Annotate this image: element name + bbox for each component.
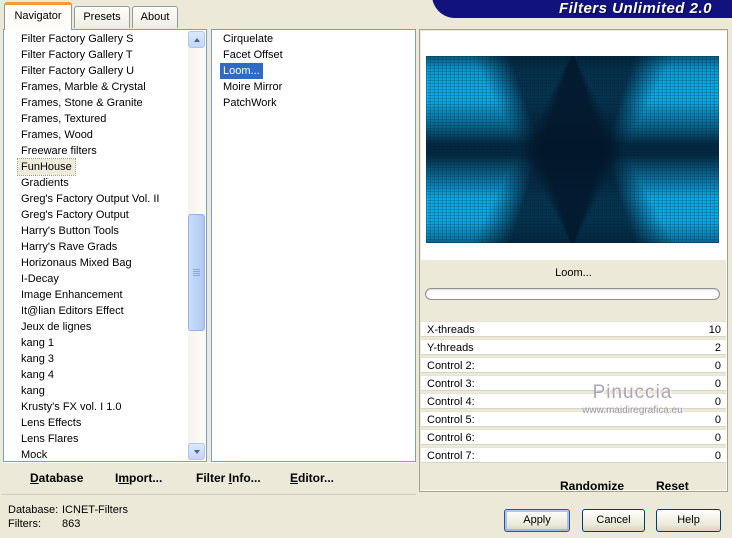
list-item[interactable]: Filter Factory Gallery T [18,47,136,63]
slider-value: 0 [714,360,721,372]
slider-row[interactable]: Control 7: 0 [421,447,726,463]
command-bar: Database Import... Filter Info... Editor… [2,462,416,495]
filter-settings-panel: Loom... X-threads 10 Y-threads 2 Control… [419,29,728,493]
slider-row[interactable]: Y-threads 2 [421,339,726,355]
list-item[interactable]: kang 4 [18,367,57,383]
list-item[interactable]: Frames, Marble & Crystal [18,79,149,95]
preview-image[interactable] [426,56,719,243]
access-key: m [118,471,130,485]
list-item[interactable]: FunHouse [17,158,76,176]
list-item[interactable]: I-Decay [18,271,62,287]
list-item[interactable]: Frames, Wood [18,127,96,143]
slider-row[interactable]: Control 3: 0 [421,375,726,391]
label-text: port... [129,471,163,485]
editor-button[interactable]: Editor... [290,463,334,494]
list-item[interactable]: Frames, Stone & Granite [18,95,146,111]
filters-count-value: 863 [62,518,81,530]
tab-about[interactable]: About [132,6,178,28]
list-item[interactable]: PatchWork [220,95,280,111]
list-item[interactable]: Greg's Factory Output Vol. II [18,191,162,207]
slider-value: 0 [714,450,721,462]
list-item[interactable]: Krusty's FX vol. I 1.0 [18,399,125,415]
list-item[interactable]: Cirquelate [220,31,276,47]
label-text: ditor... [298,471,335,485]
access-key: E [290,471,299,485]
apply-button[interactable]: Apply [504,509,570,532]
chevron-down-icon [193,449,200,454]
slider-label: Control 6: [427,432,475,444]
category-scrollbar[interactable] [188,30,206,461]
list-item[interactable]: Moire Mirror [220,79,285,95]
slider-row[interactable]: Control 4: 0 [421,393,726,409]
slider-row[interactable]: X-threads 10 [421,321,726,337]
progress-bar [425,288,720,300]
scroll-down-button[interactable] [188,443,205,460]
database-status-label: Database: [8,504,59,516]
slider-value: 0 [714,414,721,426]
slider-label: Control 4: [427,396,475,408]
list-item[interactable]: It@lian Editors Effect [18,303,127,319]
label-text: atabase [38,471,84,485]
slider-label: X-threads [427,324,475,336]
list-item[interactable]: Horizonaus Mixed Bag [18,255,135,271]
slider-list: X-threads 10 Y-threads 2 Control 2: 0 Co… [421,321,726,465]
scrollbar-track[interactable] [188,31,205,460]
slider-value: 0 [714,378,721,390]
chevron-up-icon [193,37,200,42]
slider-row[interactable]: Control 6: 0 [421,429,726,445]
list-item[interactable]: Filter Factory Gallery U [18,63,137,79]
list-item[interactable]: kang 1 [18,335,57,351]
label-text: Filter [196,471,229,485]
list-item[interactable]: Greg's Factory Output [18,207,132,223]
list-item[interactable]: Jeux de lignes [18,319,94,335]
slider-row[interactable]: Control 5: 0 [421,411,726,427]
category-listbox[interactable]: Filter Factory Gallery S Filter Factory G… [3,29,207,462]
reset-button[interactable]: Reset [656,471,689,502]
slider-label: Control 7: [427,450,475,462]
help-button[interactable]: Help [656,509,721,532]
import-button[interactable]: Import... [115,463,162,494]
slider-label: Y-threads [427,342,474,354]
access-key: D [30,471,39,485]
filter-info-button[interactable]: Filter Info... [196,463,261,494]
cancel-button[interactable]: Cancel [582,509,645,532]
thumb-grip-icon [193,269,200,276]
list-item[interactable]: Loom... [220,63,263,79]
tab-navigator[interactable]: Navigator [4,2,72,30]
slider-value: 0 [714,396,721,408]
list-item[interactable]: Facet Offset [220,47,286,63]
slider-row[interactable]: Control 2: 0 [421,357,726,373]
database-status-value: ICNET-Filters [62,504,128,516]
status-block: Database: ICNET-Filters Filters: 863 [8,503,128,531]
list-item[interactable]: Harry's Button Tools [18,223,122,239]
list-item[interactable]: Mock [18,447,50,461]
scroll-up-button[interactable] [188,31,205,48]
list-item[interactable]: Filter Factory Gallery S [18,31,136,47]
list-item[interactable]: Freeware filters [18,143,100,159]
slider-label: Control 3: [427,378,475,390]
list-item[interactable]: kang 3 [18,351,57,367]
tab-presets[interactable]: Presets [74,6,130,28]
list-item[interactable]: kang [18,383,48,399]
app-title-banner: Filters Unlimited 2.0 [432,0,732,18]
filter-listbox[interactable]: Cirquelate Facet Offset Loom... Moire Mirro… [211,29,416,462]
list-item[interactable]: Harry's Rave Grads [18,239,120,255]
list-item[interactable]: Lens Effects [18,415,84,431]
list-item[interactable]: Lens Flares [18,431,81,447]
filter-name-caption: Loom... [555,267,592,279]
database-button[interactable]: Database [30,463,83,494]
randomize-button[interactable]: Randomize [560,471,624,502]
slider-value: 10 [708,324,721,336]
slider-value: 2 [714,342,721,354]
scrollbar-thumb[interactable] [188,214,205,331]
list-item[interactable]: Image Enhancement [18,287,126,303]
slider-label: Control 2: [427,360,475,372]
label-text: nfo... [232,471,261,485]
slider-value: 0 [714,432,721,444]
list-item[interactable]: Gradients [18,175,72,191]
slider-label: Control 5: [427,414,475,426]
filters-count-label: Filters: [8,518,41,530]
list-item[interactable]: Frames, Textured [18,111,109,127]
preview-area [421,31,726,260]
